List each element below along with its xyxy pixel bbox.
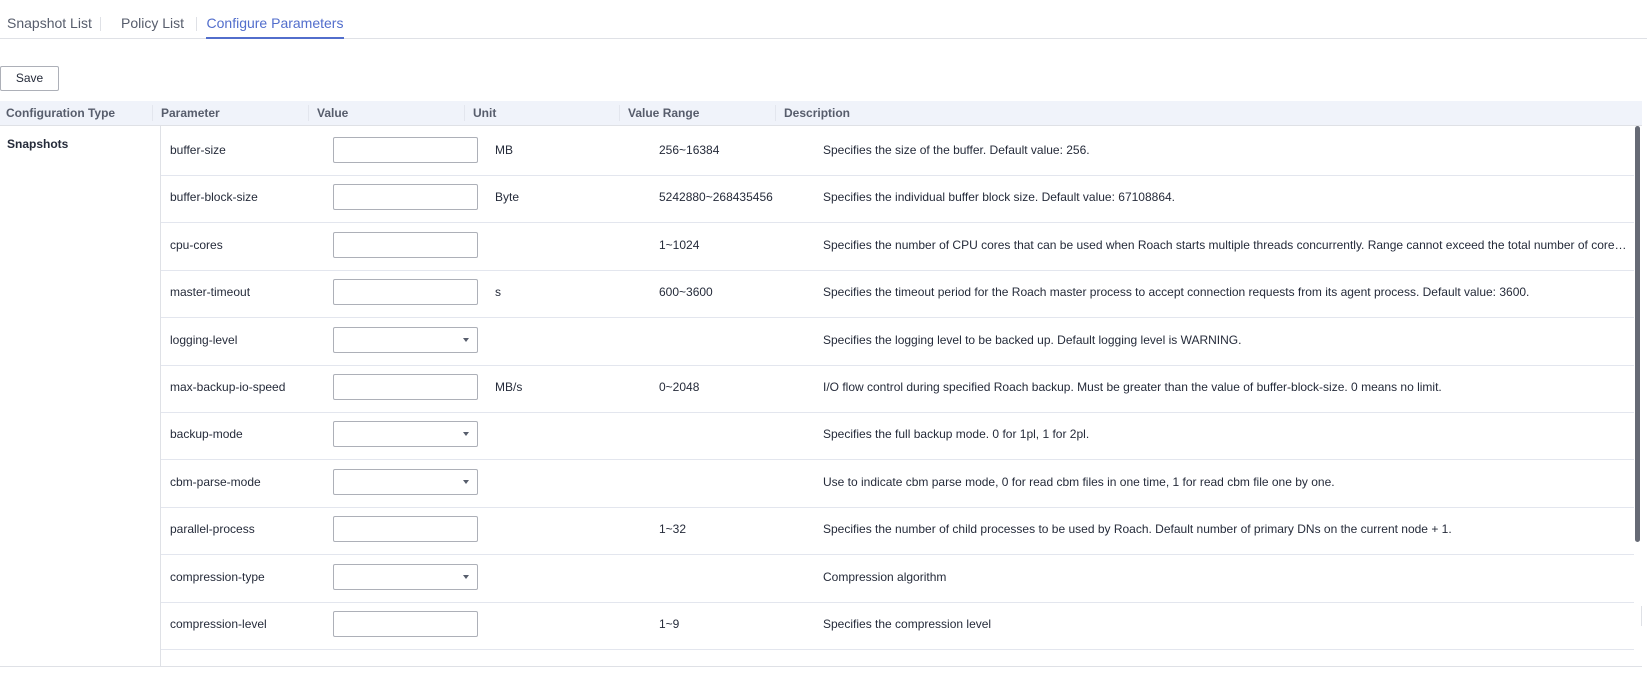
header-divider — [619, 105, 620, 121]
unit-text — [495, 410, 645, 459]
tab-policy-list[interactable]: Policy List — [121, 0, 184, 38]
unit-text — [495, 553, 645, 602]
parameter-name: master-timeout — [170, 285, 251, 299]
description-text: I/O flow control during specified Roach … — [823, 380, 1442, 394]
value-select[interactable] — [333, 564, 478, 590]
header-divider — [308, 105, 309, 121]
active-tab-indicator — [206, 37, 344, 39]
table-row: cpu-cores 1~1024 Specifies the number of C… — [161, 221, 1634, 271]
value-input[interactable] — [333, 279, 478, 305]
table-bottom-border — [0, 666, 1642, 667]
value-range-text — [659, 316, 814, 365]
value-range-text — [659, 458, 814, 507]
unit-text: MB — [495, 143, 513, 157]
header-configuration-type: Configuration Type — [6, 106, 116, 120]
save-button[interactable]: Save — [0, 66, 59, 91]
value-select[interactable] — [333, 469, 478, 495]
tab-configure-parameters-label: Configure Parameters — [206, 15, 344, 31]
table-row: backup-mode Specifies the full backup mod… — [161, 410, 1634, 460]
table-row: max-backup-io-speed MB/s 0~2048 I/O flow co… — [161, 363, 1634, 413]
caret-down-icon — [463, 575, 469, 579]
header-divider — [775, 105, 776, 121]
table-scrollbar[interactable] — [1635, 125, 1642, 666]
unit-text — [495, 221, 645, 270]
parameter-name: buffer-block-size — [170, 190, 258, 204]
configuration-type-cell: Snapshots — [0, 126, 161, 666]
value-range-text: 600~3600 — [659, 285, 713, 299]
parameter-name: parallel-process — [170, 522, 255, 536]
scrollbar-thumb[interactable] — [1635, 126, 1640, 542]
header-parameter: Parameter — [161, 106, 220, 120]
value-range-text: 1~1024 — [659, 238, 700, 252]
description-text: Use to indicate cbm parse mode, 0 for re… — [823, 475, 1335, 489]
tab-divider — [100, 17, 101, 31]
page-edge — [1641, 606, 1647, 626]
table-row: buffer-size MB 256~16384 Specifies the size… — [161, 126, 1634, 176]
unit-text — [495, 458, 645, 507]
parameter-name: buffer-size — [170, 143, 226, 157]
caret-down-icon — [463, 480, 469, 484]
value-input[interactable] — [333, 516, 478, 542]
description-text: Specifies the full backup mode. 0 for 1p… — [823, 427, 1090, 441]
parameter-name: logging-level — [170, 333, 238, 347]
unit-text: s — [495, 285, 501, 299]
unit-text — [495, 600, 645, 649]
description-text: Specifies the timeout period for the Roa… — [823, 285, 1530, 299]
description-text: Specifies the logging level to be backed… — [823, 333, 1242, 347]
table-row: master-timeout s 600~3600 Specifies the tim… — [161, 268, 1634, 318]
parameter-rows: buffer-size MB 256~16384 Specifies the size… — [161, 126, 1634, 666]
table-row: buffer-block-size Byte 5242880~268435456 Sp… — [161, 173, 1634, 223]
value-select[interactable] — [333, 421, 478, 447]
value-range-text: 5242880~268435456 — [659, 190, 773, 204]
tab-divider — [196, 17, 197, 31]
parameter-name: compression-level — [170, 617, 267, 631]
unit-text: Byte — [495, 190, 520, 204]
value-input[interactable] — [333, 611, 478, 637]
header-divider — [464, 105, 465, 121]
configuration-type-label: Snapshots — [7, 137, 69, 151]
unit-text — [495, 316, 645, 365]
header-value: Value — [317, 106, 349, 120]
value-range-text — [659, 553, 814, 602]
table-header: Configuration Type Parameter Value Unit … — [0, 101, 1642, 126]
description-text: Specifies the size of the buffer. Defaul… — [823, 143, 1090, 157]
table-row: compression-level 1~9 Specifies the compre… — [161, 600, 1634, 650]
value-input[interactable] — [333, 374, 478, 400]
table-row: logging-level Specifies the logging level… — [161, 316, 1634, 366]
value-range-text: 256~16384 — [659, 143, 720, 157]
value-range-text: 1~9 — [659, 617, 680, 631]
value-range-text: 1~32 — [659, 522, 687, 536]
description-text: Compression algorithm — [823, 570, 947, 584]
caret-down-icon — [463, 338, 469, 342]
table-row: cbm-parse-mode Use to indicate cbm parse … — [161, 458, 1634, 508]
caret-down-icon — [463, 432, 469, 436]
value-input[interactable] — [333, 184, 478, 210]
description-text: Specifies the compression level — [823, 617, 992, 631]
parameter-name: compression-type — [170, 570, 265, 584]
value-select[interactable] — [333, 327, 478, 353]
unit-text: MB/s — [495, 380, 523, 394]
table-row: compression-type Compression algorithm — [161, 553, 1634, 603]
tab-snapshot-list[interactable]: Snapshot List — [7, 0, 92, 38]
unit-text — [495, 505, 645, 554]
description-text: Specifies the number of CPU cores that c… — [823, 238, 1631, 252]
header-description: Description — [784, 106, 851, 120]
value-range-text: 0~2048 — [659, 380, 700, 394]
parameter-name: max-backup-io-speed — [170, 380, 286, 394]
description-text: Specifies the individual buffer block si… — [823, 190, 1176, 204]
parameter-name: backup-mode — [170, 427, 243, 441]
value-input[interactable] — [333, 232, 478, 258]
value-input[interactable] — [333, 137, 478, 163]
table-row: parallel-process 1~32 Specifies the number… — [161, 505, 1634, 555]
header-divider — [152, 105, 153, 121]
header-value-range: Value Range — [628, 106, 700, 120]
tab-configure-parameters[interactable]: Configure Parameters — [206, 0, 344, 39]
header-unit: Unit — [473, 106, 497, 120]
value-range-text — [659, 410, 814, 459]
parameter-name: cbm-parse-mode — [170, 475, 261, 489]
description-text: Specifies the number of child processes … — [823, 522, 1452, 536]
tab-bar: Snapshot List Policy List Configure Para… — [0, 0, 1647, 39]
parameter-name: cpu-cores — [170, 238, 223, 252]
